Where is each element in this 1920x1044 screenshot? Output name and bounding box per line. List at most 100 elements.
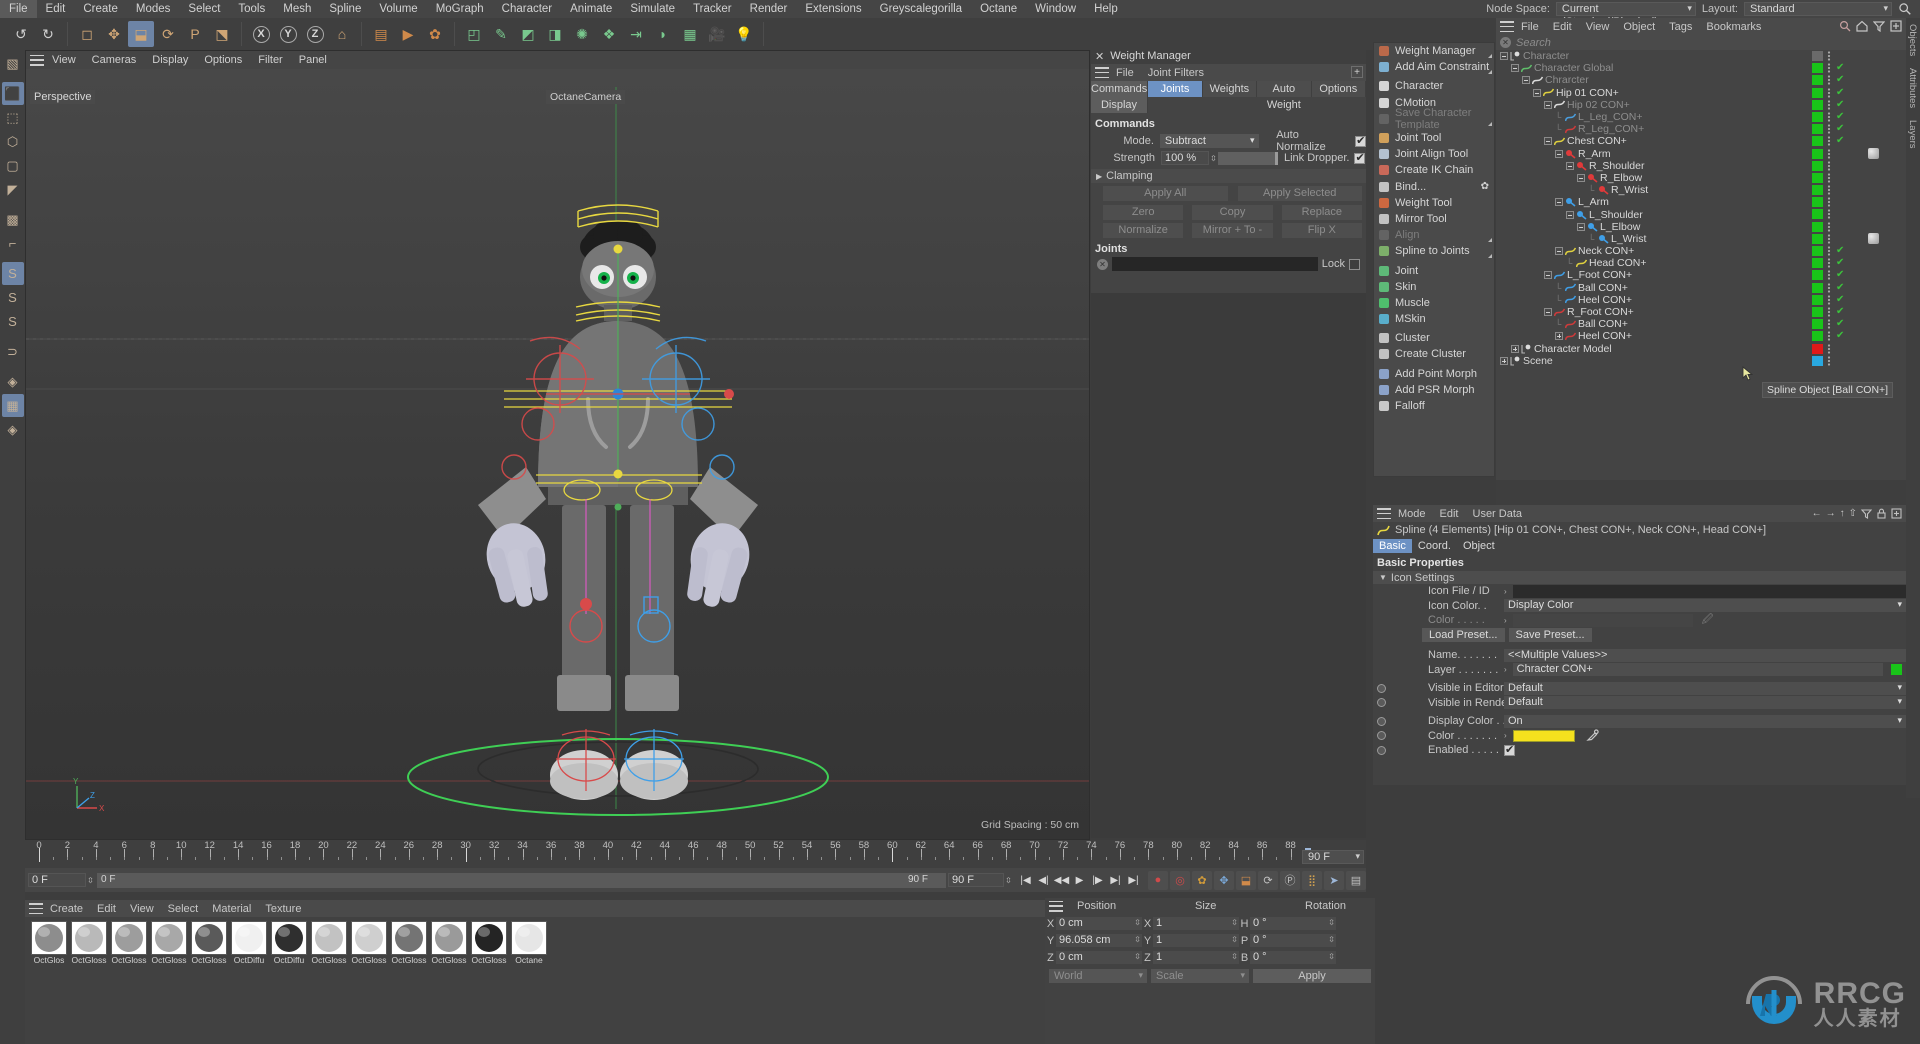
attribute-dropdown[interactable]: Default <box>1504 695 1906 710</box>
material-item[interactable]: OctGloss <box>191 921 227 965</box>
step-back-button[interactable]: ◀◀ <box>1053 872 1070 889</box>
character-tool-joint-align-tool[interactable]: Joint Align Tool <box>1374 146 1494 162</box>
strength-spinner[interactable]: ⇳ <box>1209 151 1218 165</box>
menu-mesh[interactable]: Mesh <box>274 0 320 18</box>
object-tree-row[interactable]: └ R_Wrist <box>1496 184 1906 196</box>
om-menu-edit[interactable]: Edit <box>1546 21 1579 33</box>
menu-help[interactable]: Help <box>1085 0 1127 18</box>
tag-slot[interactable] <box>1827 295 1831 305</box>
field-button[interactable]: ◗ <box>650 21 676 47</box>
mm-menu-view[interactable]: View <box>123 903 161 915</box>
menu-file[interactable]: File <box>0 0 37 18</box>
current-frame-field[interactable]: 0 F <box>28 873 86 887</box>
tree-expander-icon[interactable] <box>1544 137 1552 146</box>
nav-back-icon[interactable]: ← <box>1812 508 1822 519</box>
right-tab-attributes[interactable]: Attributes <box>1906 62 1919 114</box>
layer-color-chip[interactable] <box>1812 111 1823 122</box>
attribute-field[interactable]: <<Multiple Values>> <box>1504 648 1906 662</box>
right-tab-objects[interactable]: Objects <box>1906 18 1919 62</box>
render-view-button[interactable]: ▤ <box>368 21 394 47</box>
menu-character[interactable]: Character <box>493 0 562 18</box>
bend-deformer-button[interactable]: ◨ <box>542 21 568 47</box>
node-space-dropdown[interactable]: Current (Standard/Physical) <box>1555 2 1696 28</box>
om-menu-bookmarks[interactable]: Bookmarks <box>1699 21 1768 33</box>
tag-slot[interactable] <box>1827 234 1831 244</box>
attributes-tab-object[interactable]: Object <box>1457 539 1501 553</box>
viewport-camera-label[interactable]: OctaneCamera <box>546 90 626 104</box>
play-button[interactable]: ▶ <box>1071 872 1088 889</box>
tree-expander-icon[interactable] <box>1566 161 1574 170</box>
strength-slider[interactable] <box>1218 151 1278 165</box>
copy-button[interactable]: Copy <box>1192 205 1273 220</box>
tree-expander-icon[interactable] <box>1544 308 1552 317</box>
tag-slot[interactable] <box>1827 222 1831 232</box>
spline-pen-button[interactable]: ✎ <box>488 21 514 47</box>
object-manager-menu-icon[interactable] <box>1500 21 1514 32</box>
om-menu-file[interactable]: File <box>1514 21 1546 33</box>
am-menu-mode[interactable]: Mode <box>1391 508 1433 520</box>
dope-sheet-button[interactable]: ▤ <box>1346 870 1366 890</box>
tag-slot[interactable] <box>1827 124 1831 134</box>
wm-tab-auto-weight[interactable]: Auto Weight <box>1257 81 1312 111</box>
layer-color-chip[interactable] <box>1812 197 1823 208</box>
character-tool-character[interactable]: Character <box>1374 78 1494 94</box>
add-icon[interactable] <box>1890 20 1902 32</box>
strength-input[interactable]: 100 % <box>1161 151 1209 165</box>
display-color-swatch[interactable] <box>1512 729 1575 742</box>
joints-list[interactable] <box>1091 293 1366 838</box>
world-dropdown[interactable]: World <box>1049 968 1147 983</box>
tree-expander-icon[interactable] <box>1544 100 1552 109</box>
viewport-menu-panel[interactable]: Panel <box>291 54 335 66</box>
coordinate-menu-icon[interactable] <box>1049 900 1063 912</box>
layer-color-chip[interactable] <box>1812 246 1823 256</box>
object-manager-search[interactable]: ✕ Search <box>1496 35 1906 50</box>
material-item[interactable]: Octane <box>511 921 547 965</box>
tag-slot[interactable] <box>1827 136 1831 146</box>
wm-menu-file[interactable]: File <box>1109 67 1141 79</box>
tag-slot[interactable] <box>1827 161 1831 171</box>
timeline-playhead[interactable] <box>892 848 894 862</box>
apply-all-button[interactable]: Apply All <box>1103 186 1228 201</box>
icon-settings-group[interactable]: ▼ Icon Settings <box>1373 571 1906 584</box>
pin-icon[interactable]: ⇧ <box>1849 508 1857 519</box>
layer-color-chip[interactable] <box>1812 258 1823 269</box>
menu-create[interactable]: Create <box>74 0 127 18</box>
tag-slot[interactable] <box>1827 282 1831 293</box>
material-preview[interactable] <box>71 921 107 955</box>
tag-slot[interactable] <box>1827 343 1831 354</box>
layer-color-chip[interactable] <box>1812 294 1823 305</box>
menu-render[interactable]: Render <box>741 0 797 18</box>
menu-greyscalegorilla[interactable]: Greyscalegorilla <box>871 0 971 18</box>
am-menu-edit[interactable]: Edit <box>1433 508 1466 520</box>
layer-color-chip[interactable] <box>1812 148 1823 159</box>
tree-expander-icon[interactable] <box>1555 332 1563 341</box>
points-mode-button[interactable]: ⬡ <box>2 130 24 153</box>
rotation-field[interactable]: 0 ° ⇳ <box>1250 951 1336 964</box>
tag-slot[interactable] <box>1827 307 1831 317</box>
save-preset-button[interactable]: Save Preset... <box>1508 627 1592 642</box>
size-field[interactable]: 1 ⇳ <box>1153 951 1239 964</box>
move-button[interactable]: ✥ <box>101 21 127 47</box>
edges-mode-button[interactable]: ▢ <box>2 154 24 177</box>
material-item[interactable]: OctGloss <box>311 921 347 965</box>
current-frame-spinner[interactable]: ⇳ <box>86 873 95 887</box>
menu-spline[interactable]: Spline <box>320 0 370 18</box>
object-tree-row[interactable]: Hip 01 CON+ ✔ <box>1496 87 1906 99</box>
layer-color-chip[interactable] <box>1812 355 1823 366</box>
layer-color-chip[interactable] <box>1812 233 1823 244</box>
auto-normalize-checkbox[interactable] <box>1355 134 1366 147</box>
play-forward-button[interactable]: ▶| <box>1107 872 1124 889</box>
object-tree-row[interactable]: └ Heel CON+ ✔ <box>1496 294 1906 306</box>
add-panel-icon[interactable]: + <box>1351 66 1363 78</box>
object-tree-row[interactable]: Neck CON+ ✔ <box>1496 245 1906 257</box>
menu-volume[interactable]: Volume <box>370 0 426 18</box>
object-tree[interactable]: Character Character Global ✔ Chrarcter ✔ Hip … <box>1496 50 1906 480</box>
material-menu-icon[interactable] <box>29 903 43 914</box>
lock-checkbox[interactable] <box>1349 258 1360 270</box>
attribute-field[interactable]: Chracter CON+ <box>1512 663 1883 677</box>
param-key-button[interactable]: Ⓟ <box>1280 870 1300 890</box>
replace-dropdown[interactable]: Replace <box>1281 205 1362 220</box>
tree-expander-icon[interactable] <box>1577 173 1585 182</box>
visibility-check-icon[interactable]: ✔ <box>1836 330 1844 341</box>
visibility-check-icon[interactable]: ✔ <box>1836 62 1844 73</box>
